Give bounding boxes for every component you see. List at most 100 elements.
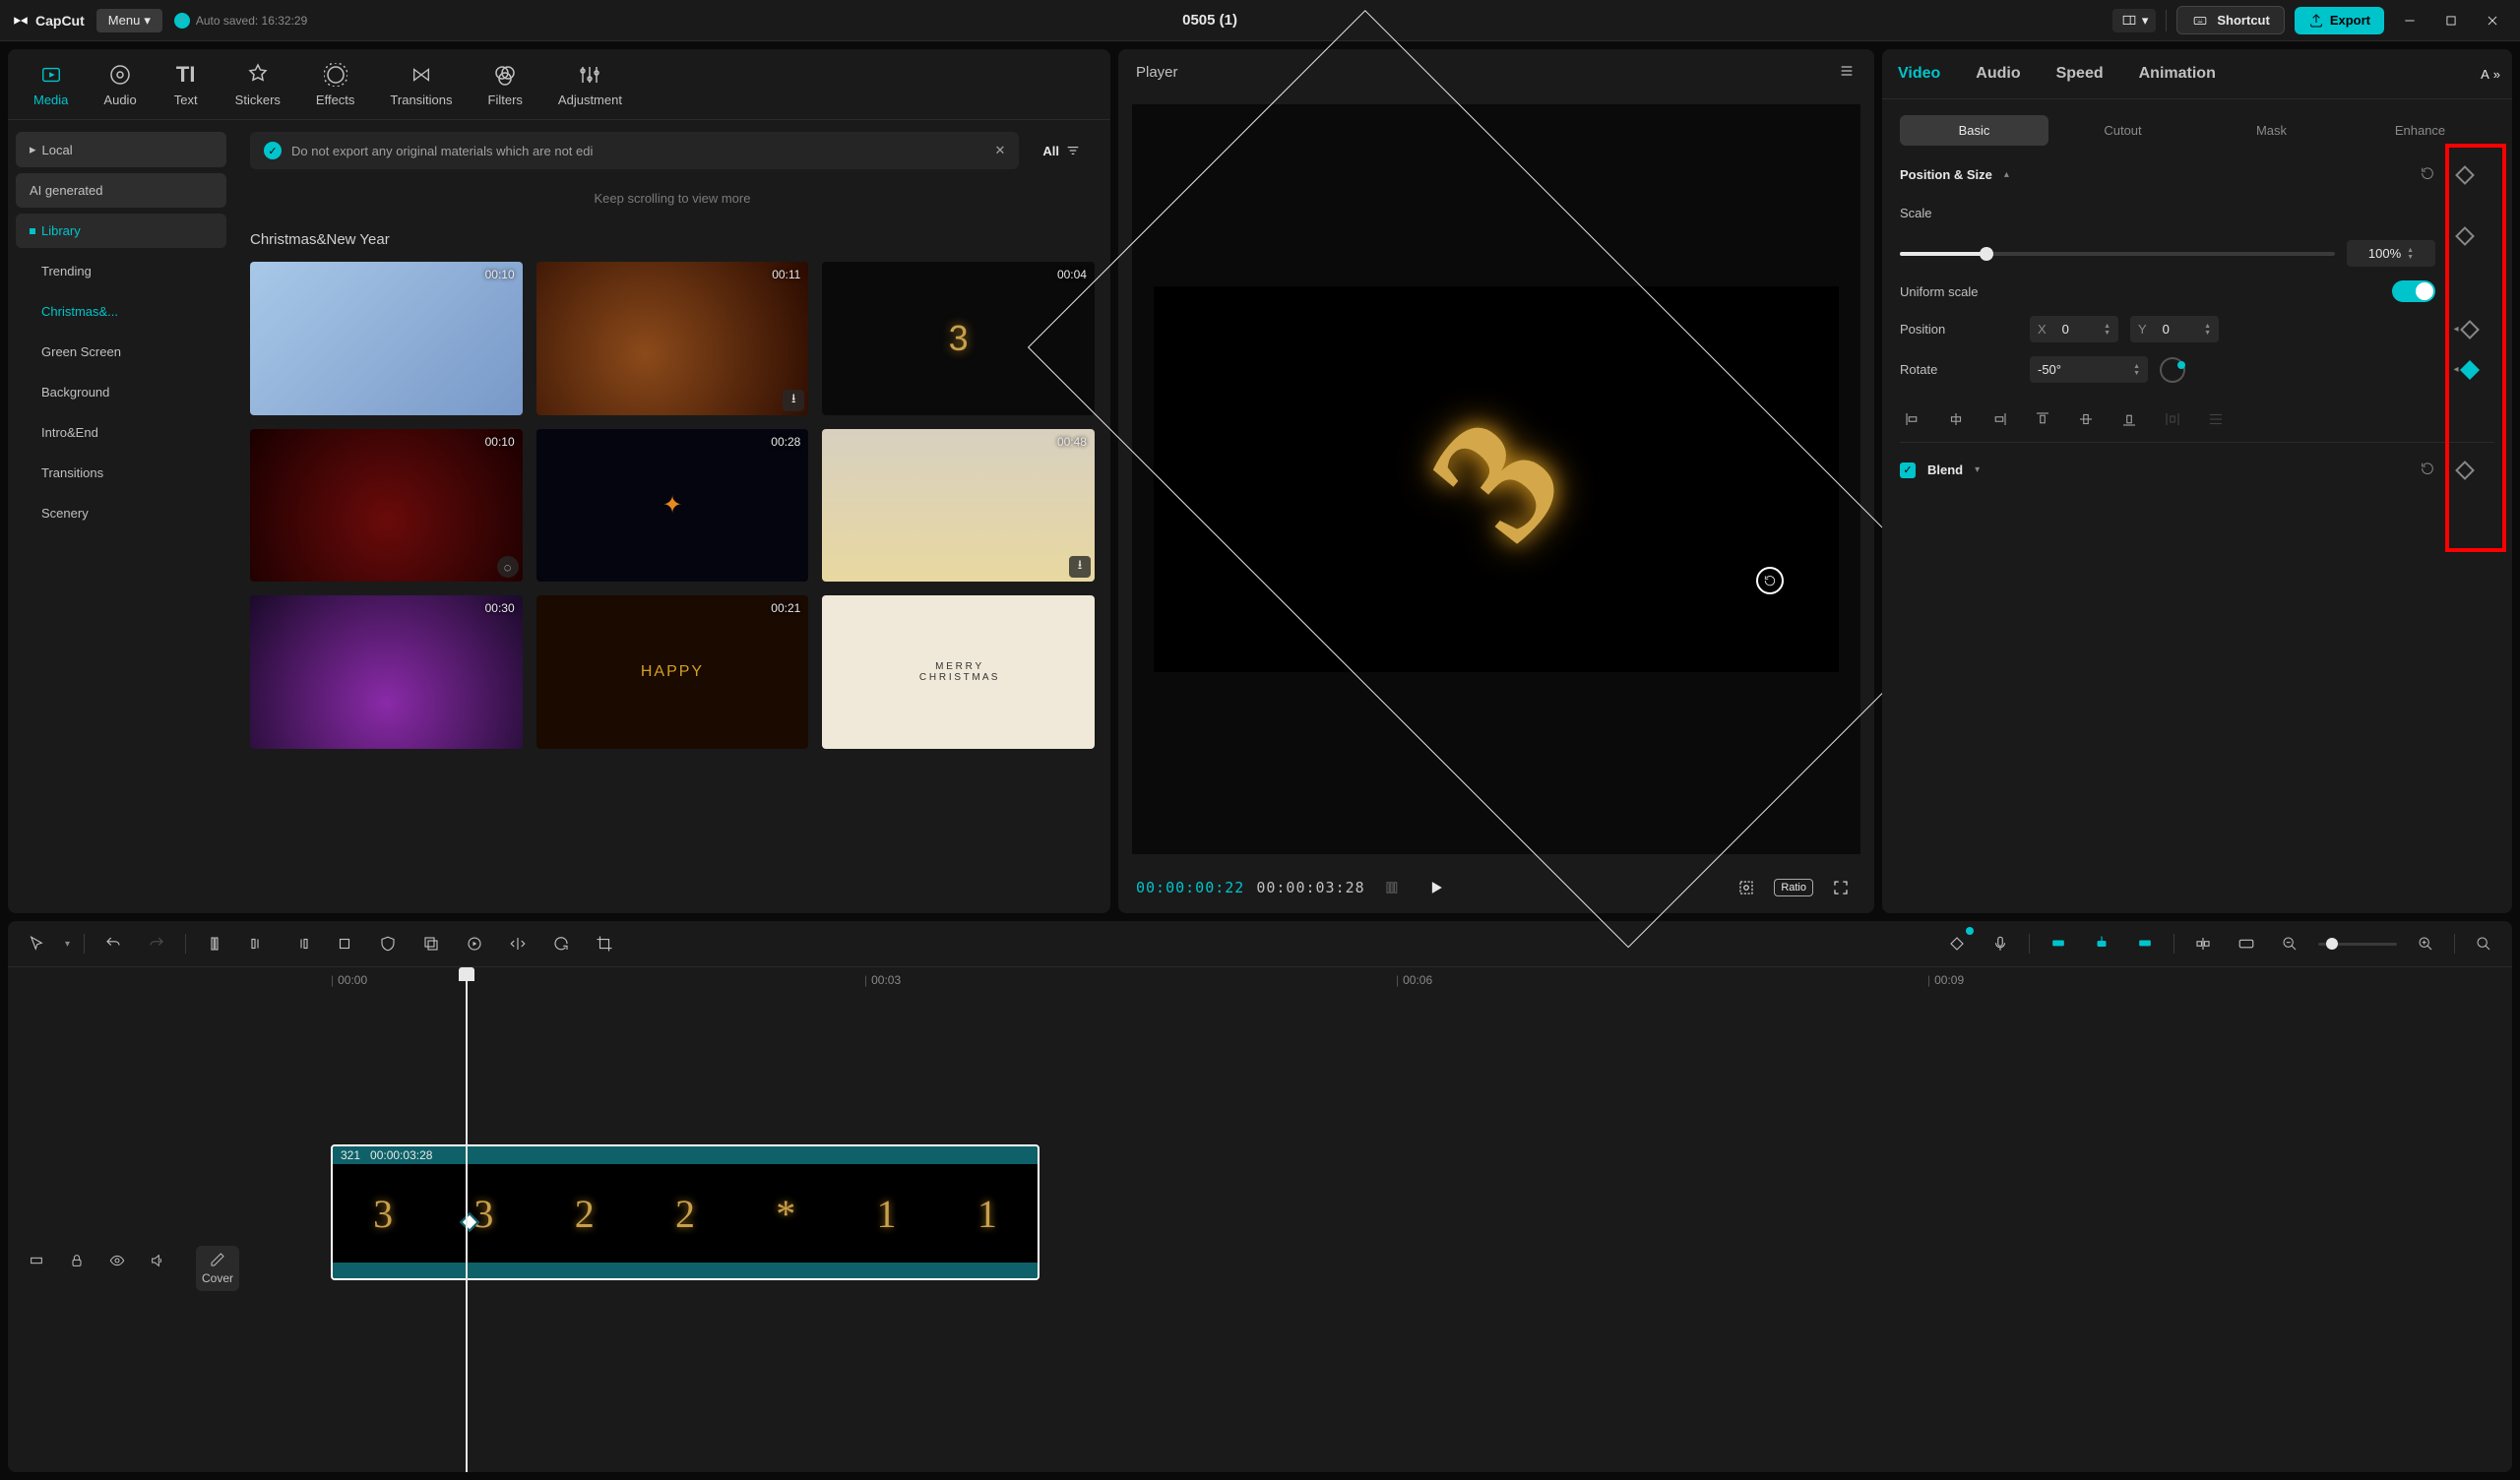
zoom-slider[interactable] xyxy=(2318,943,2397,946)
keyframe-toggle[interactable] xyxy=(2455,226,2475,246)
tab-video[interactable]: Video xyxy=(1894,49,1944,98)
snap-button[interactable] xyxy=(2188,929,2218,958)
align-left-button[interactable] xyxy=(1900,406,1925,432)
sidebar-introend[interactable]: Intro&End xyxy=(16,415,226,450)
sidebar-trending[interactable]: Trending xyxy=(16,254,226,288)
blend-checkbox[interactable]: ✓ xyxy=(1900,462,1916,478)
tab-stickers[interactable]: Stickers xyxy=(218,49,298,119)
magnet-link-button[interactable] xyxy=(2087,929,2116,958)
sidebar-library[interactable]: Library xyxy=(16,214,226,248)
media-thumb[interactable]: 00:11⭳ xyxy=(536,262,809,415)
tab-audio-insp[interactable]: Audio xyxy=(1972,49,2024,98)
sidebar-greenscreen[interactable]: Green Screen xyxy=(16,335,226,369)
menu-button[interactable]: Menu ▾ xyxy=(96,9,162,32)
download-icon[interactable]: ⭳ xyxy=(1069,556,1091,578)
tab-media[interactable]: Media xyxy=(16,49,86,119)
prev-keyframe[interactable]: ◂ xyxy=(2453,364,2458,375)
player-canvas[interactable]: 3 xyxy=(1132,104,1860,854)
fit-timeline-button[interactable] xyxy=(2469,929,2498,958)
prev-frame-button[interactable] xyxy=(1377,872,1409,903)
align-right-button[interactable] xyxy=(1986,406,2012,432)
scale-input[interactable]: 100%▲▼ xyxy=(2347,240,2435,267)
close-button[interactable] xyxy=(2477,7,2508,34)
media-thumb[interactable]: 00:21HAPPY xyxy=(536,595,809,749)
sidebar-background[interactable]: Background xyxy=(16,375,226,409)
tool-dropdown[interactable]: ▾ xyxy=(65,939,70,950)
record-button[interactable] xyxy=(1985,929,2015,958)
stepper[interactable]: ▲▼ xyxy=(2104,323,2110,337)
tabs-overflow[interactable]: A» xyxy=(2481,49,2500,98)
tab-transitions[interactable]: Transitions xyxy=(372,49,470,119)
download-icon[interactable]: ⭳ xyxy=(783,390,804,411)
fullscreen-button[interactable] xyxy=(1825,872,1857,903)
media-thumb[interactable]: 00:043 xyxy=(822,262,1095,415)
playhead[interactable] xyxy=(466,967,468,1472)
media-thumb[interactable]: M E R R YC H R I S T M A S xyxy=(822,595,1095,749)
keyframe-toggle[interactable] xyxy=(2455,461,2475,480)
sidebar-scenery[interactable]: Scenery xyxy=(16,496,226,530)
reverse-button[interactable] xyxy=(460,929,489,958)
media-thumb[interactable]: 00:10 xyxy=(250,262,523,415)
align-hcenter-button[interactable] xyxy=(1943,406,1969,432)
sidebar-christmas[interactable]: Christmas&... xyxy=(16,294,226,329)
subtab-cutout[interactable]: Cutout xyxy=(2048,115,2197,146)
position-y-input[interactable]: Y0▲▼ xyxy=(2130,316,2219,342)
media-thumb[interactable]: 00:48⭳ xyxy=(822,429,1095,583)
stepper[interactable]: ▲▼ xyxy=(2407,247,2414,261)
reset-section-button[interactable] xyxy=(2420,165,2435,184)
track-lock-button[interactable] xyxy=(62,1246,91,1275)
copy-button[interactable] xyxy=(416,929,446,958)
minimize-button[interactable] xyxy=(2394,7,2426,34)
scale-fit-button[interactable] xyxy=(1731,872,1762,903)
shortcut-button[interactable]: Shortcut xyxy=(2176,6,2284,34)
stepper[interactable]: ▲▼ xyxy=(2133,363,2140,377)
zoom-out-button[interactable] xyxy=(2275,929,2304,958)
keyframe-toggle[interactable] xyxy=(2455,165,2475,185)
align-vcenter-button[interactable] xyxy=(2073,406,2099,432)
all-filter-button[interactable]: All xyxy=(1029,135,1095,166)
rotate-button[interactable] xyxy=(546,929,576,958)
export-button[interactable]: Export xyxy=(2295,7,2384,34)
track-visibility-button[interactable] xyxy=(103,1246,132,1275)
cover-button[interactable]: Cover xyxy=(196,1246,239,1291)
stepper[interactable]: ▲▼ xyxy=(2204,323,2211,337)
subtab-enhance[interactable]: Enhance xyxy=(2346,115,2494,146)
crop-tool-button[interactable] xyxy=(590,929,619,958)
rotate-input[interactable]: -50°▲▼ xyxy=(2030,356,2148,383)
uniform-scale-toggle[interactable] xyxy=(2392,280,2435,302)
ratio-button[interactable]: Ratio xyxy=(1774,879,1813,896)
scale-slider[interactable] xyxy=(1900,252,2335,256)
track-collapse-button[interactable] xyxy=(22,1246,50,1275)
media-thumb[interactable]: 00:30 xyxy=(250,595,523,749)
timeline-tracks[interactable]: 00:00 00:03 00:06 00:09 321 00:00:03:28 … xyxy=(254,967,2512,1472)
keyframe-toggle-active[interactable] xyxy=(2460,360,2480,380)
rotate-handle[interactable] xyxy=(1756,567,1784,594)
rotate-dial[interactable] xyxy=(2160,357,2185,383)
timeline-ruler[interactable]: 00:00 00:03 00:06 00:09 xyxy=(254,967,2512,997)
layout-preset-button[interactable]: ▾ xyxy=(2112,9,2157,32)
player-menu-button[interactable] xyxy=(1837,63,1857,82)
zoom-in-button[interactable] xyxy=(2411,929,2440,958)
sidebar-transitions[interactable]: Transitions xyxy=(16,456,226,490)
split-button[interactable] xyxy=(200,929,229,958)
tab-adjustment[interactable]: Adjustment xyxy=(540,49,640,119)
maximize-button[interactable] xyxy=(2435,7,2467,34)
keyframe-toggle[interactable] xyxy=(2460,320,2480,339)
tab-filters[interactable]: Filters xyxy=(471,49,540,119)
subtab-basic[interactable]: Basic xyxy=(1900,115,2048,146)
subtab-mask[interactable]: Mask xyxy=(2197,115,2346,146)
prev-keyframe[interactable]: ◂ xyxy=(2453,324,2458,335)
close-notice-button[interactable]: ✕ xyxy=(994,143,1005,158)
track-view-button[interactable] xyxy=(2232,929,2261,958)
reset-blend-button[interactable] xyxy=(2420,461,2435,479)
tab-animation[interactable]: Animation xyxy=(2135,49,2220,98)
play-button[interactable] xyxy=(1420,872,1452,903)
shield-button[interactable] xyxy=(373,929,403,958)
position-x-input[interactable]: X0▲▼ xyxy=(2030,316,2118,342)
redo-button[interactable] xyxy=(142,929,171,958)
align-top-button[interactable] xyxy=(2030,406,2055,432)
selection-tool-button[interactable] xyxy=(22,929,51,958)
sidebar-ai[interactable]: AI generated xyxy=(16,173,226,208)
media-thumb[interactable]: 00:10◌ xyxy=(250,429,523,583)
tab-audio[interactable]: Audio xyxy=(86,49,154,119)
